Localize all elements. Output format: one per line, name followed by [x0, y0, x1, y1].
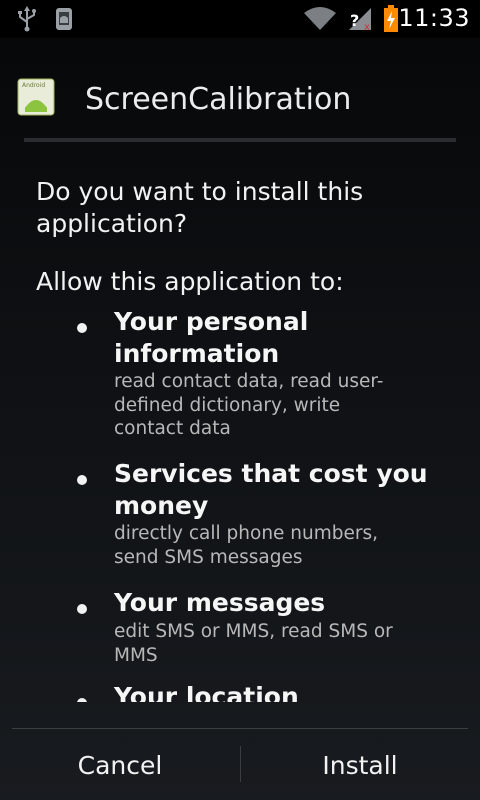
wifi-icon: [304, 7, 336, 30]
android-debug-icon: [56, 8, 72, 30]
app-icon-label: Android: [22, 82, 45, 89]
app-title: ScreenCalibration: [85, 82, 352, 117]
no-sim-icon: ? x: [349, 8, 371, 32]
bullet-icon: [77, 323, 87, 333]
permission-title: Your location: [114, 682, 299, 702]
battery-charging-icon: [384, 5, 398, 32]
bullet-icon: [77, 475, 87, 485]
permission-scroll-area[interactable]: Do you want to install this application?…: [0, 142, 480, 702]
svg-text:?: ?: [350, 11, 359, 30]
permission-title: Your personal information: [114, 307, 309, 368]
allow-label: Allow this application to:: [36, 267, 344, 296]
install-question: Do you want to install this application?: [36, 177, 364, 238]
status-bar: ? x 11:33: [0, 0, 480, 38]
status-time: 11:33: [398, 4, 470, 32]
cancel-button[interactable]: Cancel: [0, 730, 240, 800]
permission-title: Your messages: [114, 588, 326, 617]
permission-title: Services that cost you money: [114, 459, 428, 520]
install-button[interactable]: Install: [240, 730, 480, 800]
usb-icon: [18, 6, 36, 32]
svg-text:x: x: [364, 22, 370, 32]
permission-desc: directly call phone numbers, send SMS me…: [114, 523, 379, 568]
bullet-icon: [77, 698, 87, 702]
button-bar-divider: [12, 728, 468, 729]
permission-desc: read contact data, read user-defined dic…: [114, 371, 384, 439]
permission-desc: edit SMS or MMS, read SMS or MMS: [114, 621, 393, 666]
app-icon: Android: [17, 78, 55, 116]
bullet-icon: [77, 604, 87, 614]
install-dialog: Android ScreenCalibration Do you want to…: [0, 38, 480, 800]
